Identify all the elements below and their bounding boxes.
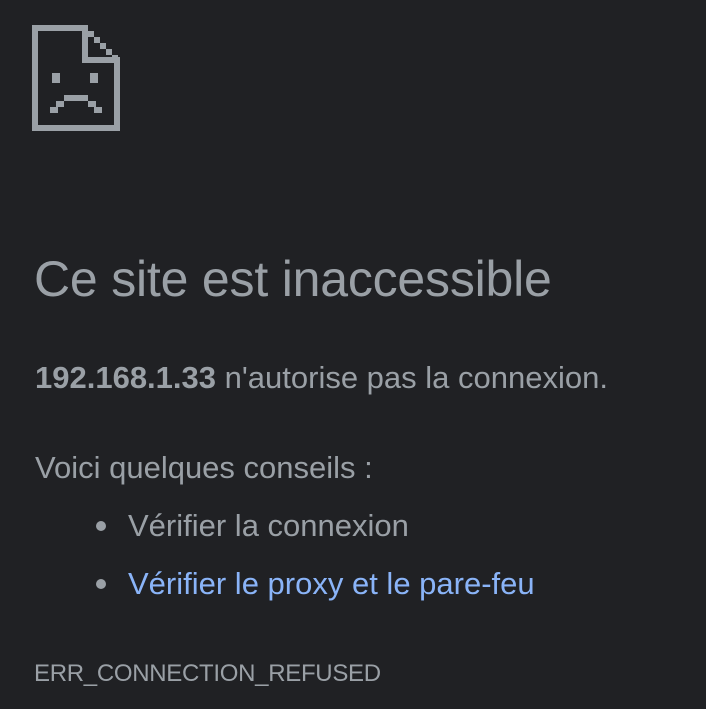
sad-page-icon (32, 25, 120, 131)
bullet-icon (96, 521, 106, 531)
check-proxy-firewall-link[interactable]: Vérifier le proxy et le pare-feu (128, 562, 535, 606)
error-summary: 192.168.1.33 n'autorise pas la connexion… (35, 357, 608, 399)
host-address: 192.168.1.33 (35, 360, 217, 395)
suggestion-check-connection: Vérifier la connexion (128, 508, 409, 543)
page-title: Ce site est inaccessible (34, 251, 552, 307)
bullet-icon (96, 579, 106, 589)
error-code: ERR_CONNECTION_REFUSED (34, 660, 381, 687)
suggestions-heading: Voici quelques conseils : (35, 450, 373, 485)
error-message: n'autorise pas la connexion. (216, 360, 608, 395)
